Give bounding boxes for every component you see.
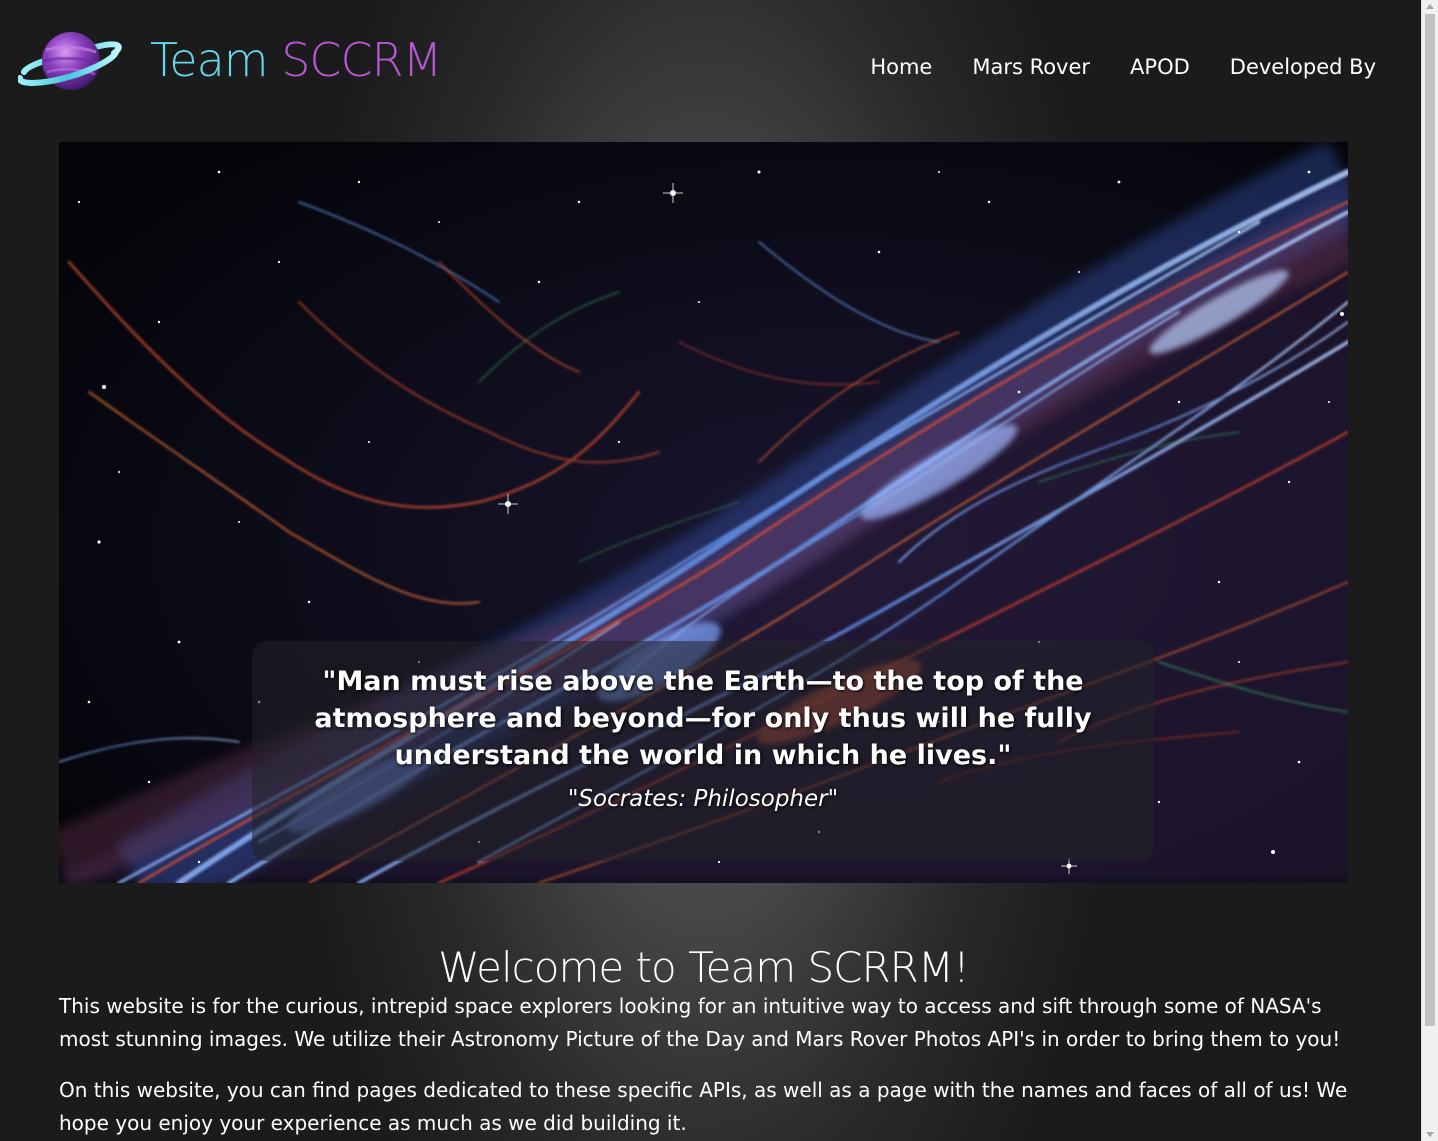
intro-paragraph: This website is for the curious, intrepi… <box>59 994 1341 1051</box>
site-header: Team SCCRM Home Mars Rover APOD Develope… <box>0 0 1422 130</box>
nav-mars-rover[interactable]: Mars Rover <box>972 52 1090 82</box>
nav-developed-by[interactable]: Developed By <box>1230 52 1376 82</box>
nav-home[interactable]: Home <box>870 52 932 82</box>
hero-quote: "Man must rise above the Earth—to the to… <box>314 666 1092 771</box>
quote-attribution: "Socrates: Philosopher" <box>567 786 839 812</box>
main-nav: Home Mars Rover APOD Developed By <box>870 52 1376 82</box>
planet-icon[interactable] <box>17 28 122 94</box>
site-title-part1: Team <box>150 33 269 87</box>
scroll-up-icon[interactable] <box>1426 4 1434 9</box>
info-paragraph: On this website, you can find pages dedi… <box>59 1078 1348 1135</box>
site-title[interactable]: Team SCCRM <box>150 30 442 90</box>
site-title-part2: SCCRM <box>281 33 442 87</box>
page: Team SCCRM Home Mars Rover APOD Develope… <box>0 0 1422 1141</box>
nav-apod[interactable]: APOD <box>1130 52 1190 82</box>
hero-banner: "Man must rise above the Earth—to the to… <box>59 142 1348 883</box>
quote-caption: "Man must rise above the Earth—to the to… <box>252 641 1154 861</box>
scrollbar-thumb[interactable] <box>1425 14 1435 1026</box>
scroll-down-icon[interactable] <box>1426 1132 1434 1137</box>
vertical-scrollbar[interactable] <box>1421 0 1438 1141</box>
